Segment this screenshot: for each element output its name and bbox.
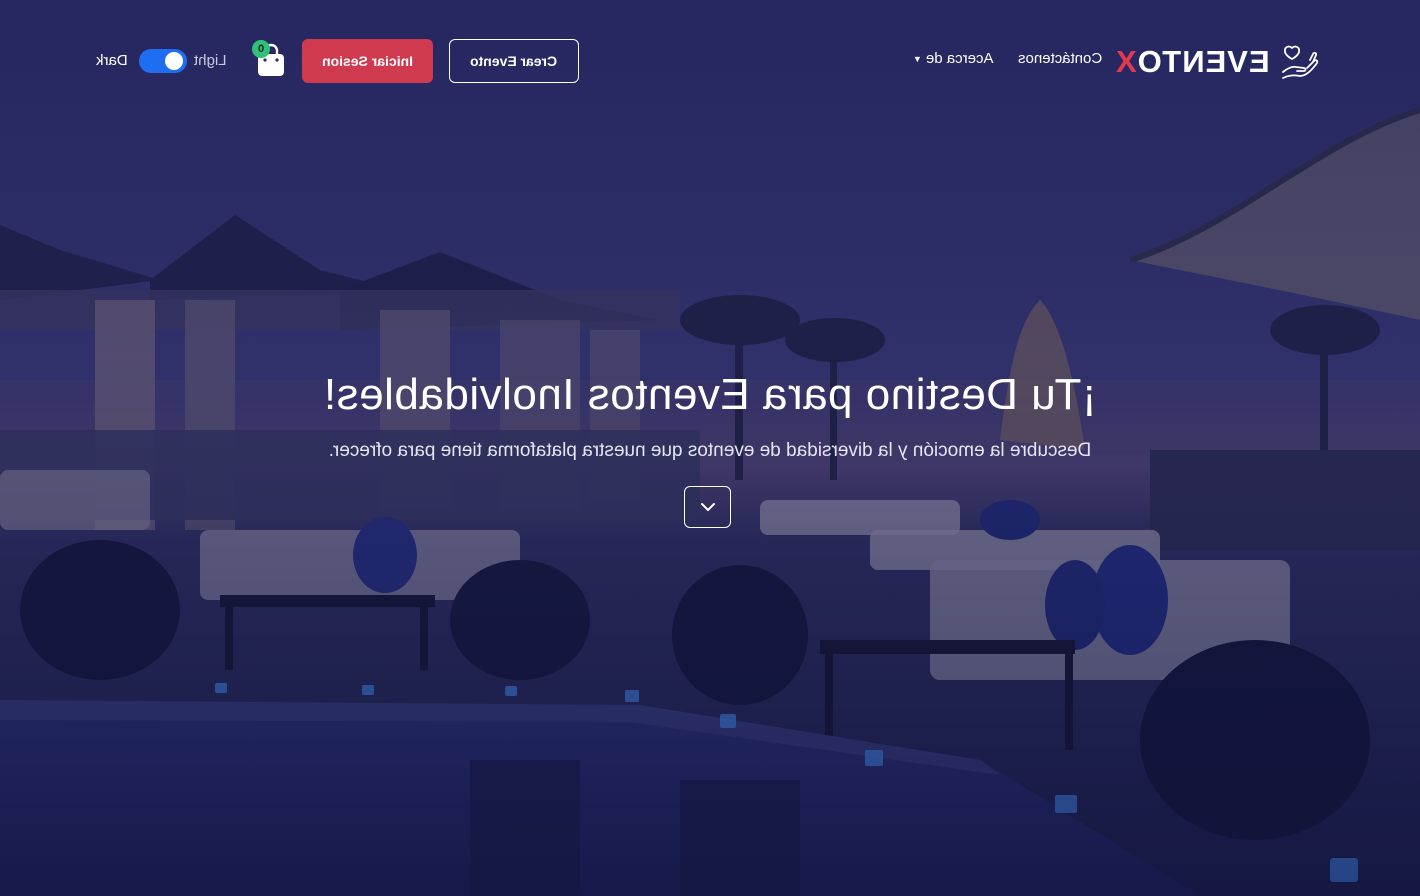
scroll-down-button[interactable] — [684, 486, 731, 528]
brand-name: EVENTOX — [1115, 44, 1270, 80]
navbar: EVENTOX Contáctenos Acerca de▼ Crear Eve… — [0, 0, 1420, 120]
theme-label-dark: Dark — [96, 52, 128, 69]
login-label: Iniciar Sesion — [321, 53, 414, 69]
brand-name-main: EVENTO — [1137, 44, 1270, 79]
brand-name-accent: X — [1115, 44, 1138, 79]
create-event-button[interactable]: Crear Evento — [449, 39, 579, 83]
nav-links: Contáctenos Acerca de▼ — [913, 50, 1102, 67]
brand[interactable]: EVENTOX — [1115, 40, 1320, 84]
nav-link-about-label: Acerca de — [926, 50, 994, 67]
theme-label-light: Light — [194, 52, 227, 69]
caret-down-icon: ▼ — [913, 54, 923, 65]
hand-heart-icon — [1282, 45, 1319, 79]
cart-button[interactable]: 0 — [252, 40, 288, 80]
cart-count: 0 — [257, 43, 265, 55]
theme-switch[interactable] — [139, 49, 187, 73]
login-button[interactable]: Iniciar Sesion — [302, 39, 433, 83]
hero-title: ¡Tu Destino para Eventos Inolvidables! — [323, 370, 1097, 419]
theme-switch-knob — [165, 52, 183, 70]
nav-link-contact[interactable]: Contáctenos — [1018, 50, 1102, 67]
chevron-down-icon — [700, 503, 715, 511]
hero-subtitle: Descubre la emoción y la diversidad de e… — [328, 440, 1092, 461]
cart-count-badge: 0 — [252, 40, 270, 58]
nav-link-about[interactable]: Acerca de▼ — [913, 50, 993, 67]
create-event-label: Crear Evento — [470, 53, 558, 69]
